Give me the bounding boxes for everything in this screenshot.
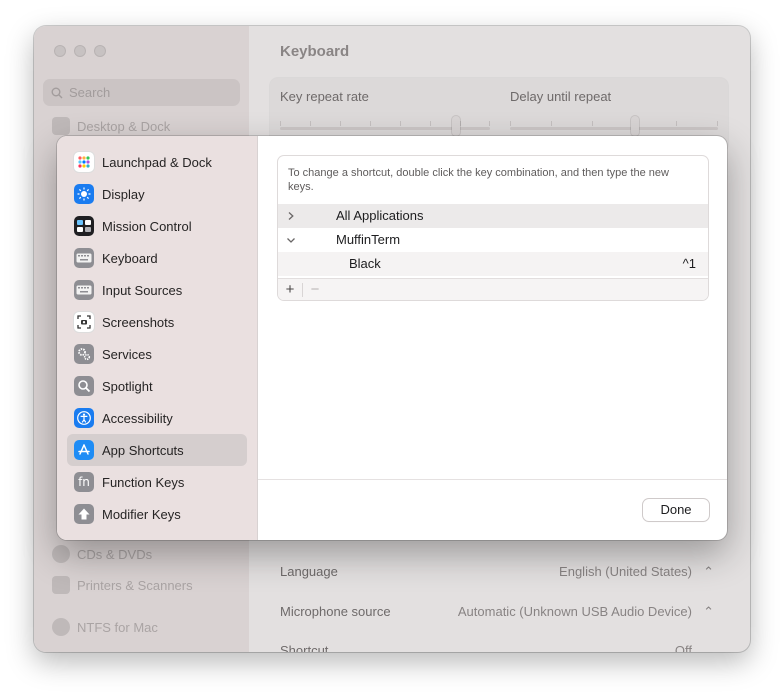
screenshots-icon: [74, 312, 94, 332]
keyboard-shortcuts-sheet: Launchpad & Dock Display Mission Control…: [57, 136, 727, 540]
services-icon: [74, 344, 94, 364]
chevron-right-icon[interactable]: [284, 209, 298, 223]
modifier-keys-icon: [74, 504, 94, 524]
add-shortcut-button[interactable]: +: [279, 281, 301, 299]
chevron-down-icon[interactable]: [284, 233, 298, 247]
launchpad-icon: [74, 152, 94, 172]
sidebar-item-modifier-keys[interactable]: Modifier Keys: [67, 498, 247, 530]
footer-separator: [258, 479, 727, 480]
sidebar-item-label: Spotlight: [102, 378, 153, 394]
shortcuts-content: To change a shortcut, double click the k…: [258, 136, 727, 540]
sidebar-item-label: Function Keys: [102, 474, 185, 490]
input-sources-icon: [74, 280, 94, 300]
shortcut-key-combination[interactable]: ^1: [683, 256, 696, 271]
sidebar-item-mission-control[interactable]: Mission Control: [67, 210, 247, 242]
shortcuts-table: To change a shortcut, double click the k…: [278, 156, 708, 300]
spotlight-icon: [74, 376, 94, 396]
row-black[interactable]: Black ^1: [278, 252, 708, 276]
sidebar-item-label: Launchpad & Dock: [102, 154, 212, 170]
row-label: MuffinTerm: [336, 232, 401, 247]
sidebar-item-label: Keyboard: [102, 250, 158, 266]
row-label: All Applications: [336, 208, 424, 223]
sidebar-item-label: Accessibility: [102, 410, 173, 426]
shortcuts-sidebar: Launchpad & Dock Display Mission Control…: [57, 136, 258, 540]
sidebar-item-accessibility[interactable]: Accessibility: [67, 402, 247, 434]
sidebar-item-label: Modifier Keys: [102, 506, 181, 522]
display-icon: [74, 184, 94, 204]
accessibility-icon: [74, 408, 94, 428]
sidebar-item-display[interactable]: Display: [67, 178, 247, 210]
mission-control-icon: [74, 216, 94, 236]
sidebar-item-label: Display: [102, 186, 145, 202]
sidebar-item-screenshots[interactable]: Screenshots: [67, 306, 247, 338]
sidebar-item-label: Screenshots: [102, 314, 175, 330]
sidebar-item-input-sources[interactable]: Input Sources: [67, 274, 247, 306]
sidebar-item-services[interactable]: Services: [67, 338, 247, 370]
sidebar-item-keyboard[interactable]: Keyboard: [67, 242, 247, 274]
remove-shortcut-button[interactable]: −: [304, 281, 326, 299]
sidebar-item-label: Services: [102, 346, 152, 362]
sidebar-item-label: App Shortcuts: [102, 442, 184, 458]
footer-divider: [302, 283, 303, 297]
sidebar-item-label: Input Sources: [102, 282, 183, 298]
app-store-icon: [74, 440, 94, 460]
row-label: Black: [349, 256, 381, 271]
row-muffinterm[interactable]: MuffinTerm: [278, 228, 708, 252]
keyboard-icon: [74, 248, 94, 268]
sidebar-item-function-keys[interactable]: fn Function Keys: [67, 466, 247, 498]
sidebar-item-app-shortcuts[interactable]: App Shortcuts: [67, 434, 247, 466]
shortcut-hint: To change a shortcut, double click the k…: [288, 167, 669, 193]
sidebar-item-label: Mission Control: [102, 218, 192, 234]
row-all-applications[interactable]: All Applications: [278, 204, 708, 228]
fn-icon: fn: [74, 472, 94, 492]
table-footer: + −: [278, 278, 708, 300]
sidebar-item-spotlight[interactable]: Spotlight: [67, 370, 247, 402]
sidebar-item-launchpad-dock[interactable]: Launchpad & Dock: [67, 146, 247, 178]
done-button[interactable]: Done: [643, 499, 709, 521]
